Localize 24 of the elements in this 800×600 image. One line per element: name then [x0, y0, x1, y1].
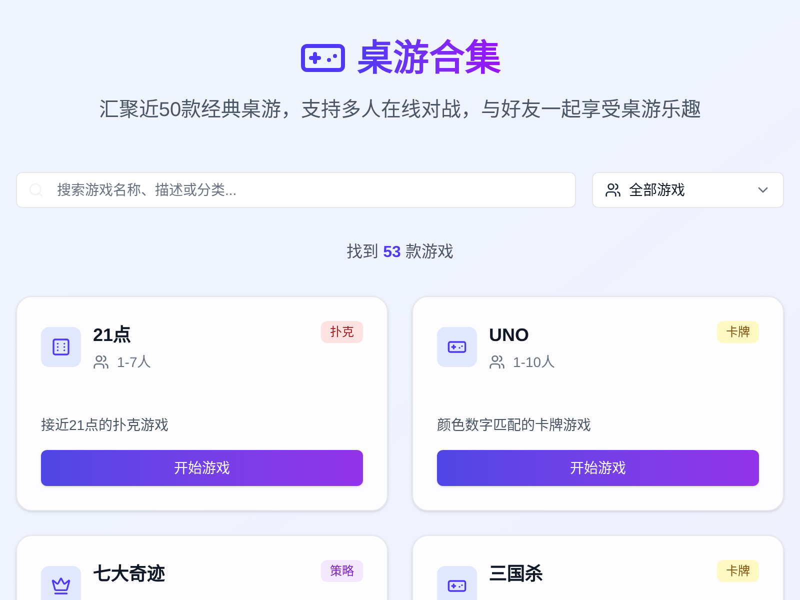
game-title: UNO	[489, 324, 530, 347]
search-field[interactable]: 搜索游戏名称、描述或分类...	[16, 172, 576, 208]
page-subtitle: 汇聚近50款经典桌游，支持多人在线对战，与好友一起享受桌游乐趣	[98, 98, 702, 123]
game-title: 21点	[93, 324, 132, 347]
dice-icon	[51, 336, 71, 356]
users-icon	[93, 354, 109, 370]
category-tag: 扑克	[321, 321, 363, 343]
player-count: 1-10人	[513, 353, 556, 372]
users-icon	[605, 182, 621, 198]
game-title: 七大奇迹	[93, 563, 165, 586]
category-tag: 卡牌	[717, 321, 759, 343]
game-description: 接近21点的扑克游戏	[41, 416, 170, 435]
start-game-button[interactable]: 开始游戏	[437, 450, 759, 486]
crown-icon	[51, 576, 71, 596]
category-tag: 卡牌	[717, 560, 759, 582]
start-game-button[interactable]: 开始游戏	[41, 450, 363, 486]
player-count: 1-7人	[117, 353, 152, 372]
game-title: 三国杀	[489, 563, 543, 586]
category-tag: 策略	[321, 560, 363, 582]
users-icon	[489, 354, 505, 370]
result-count: 找到 53 款游戏	[346, 244, 454, 261]
dropdown-value: 全部游戏	[629, 181, 686, 200]
game-filter-dropdown[interactable]: 全部游戏	[592, 172, 784, 208]
game-description: 颜色数字匹配的卡牌游戏	[437, 416, 592, 435]
